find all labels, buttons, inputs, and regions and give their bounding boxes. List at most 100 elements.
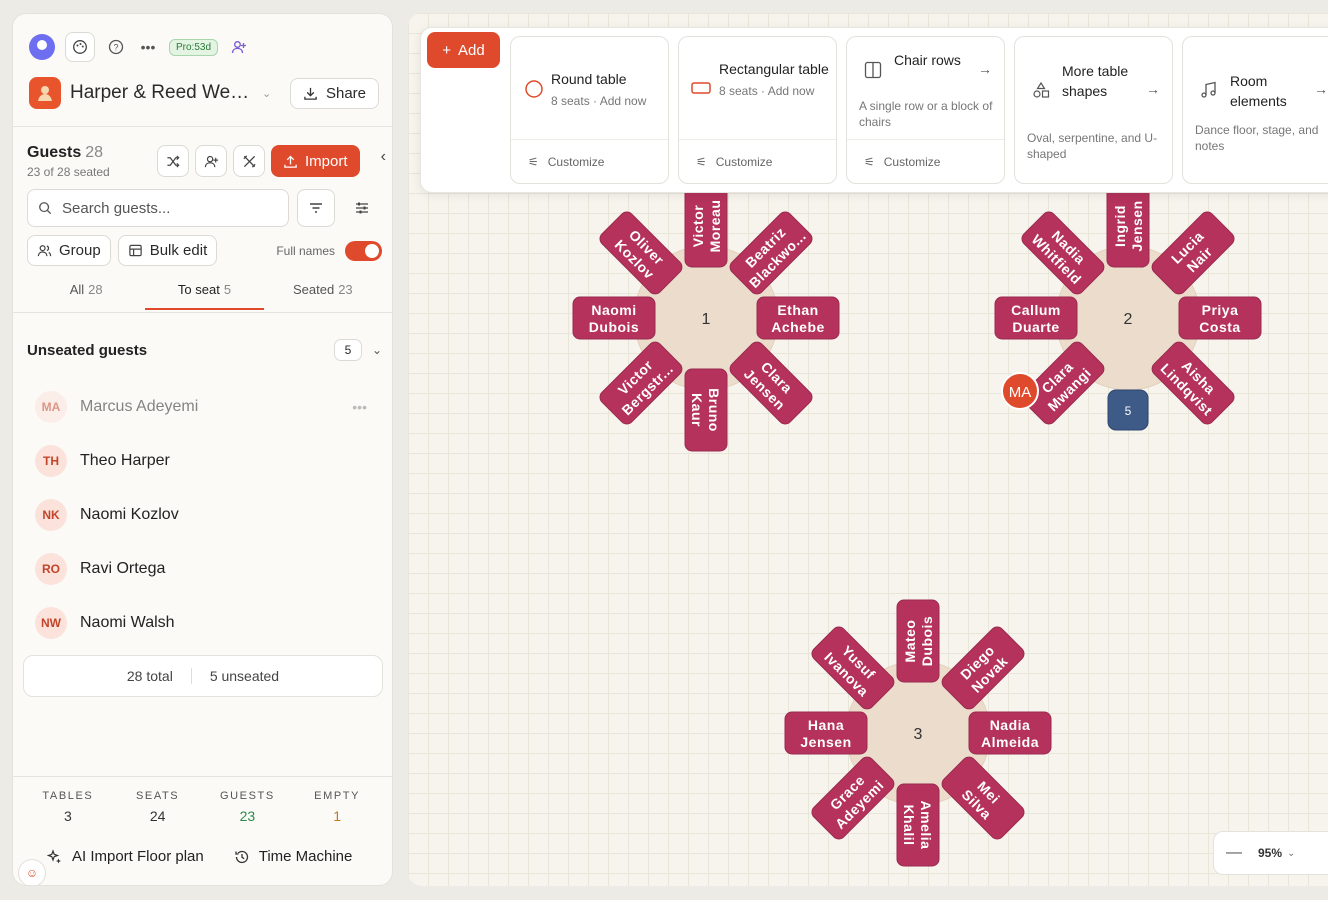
- invite-collaborator-button[interactable]: [228, 36, 250, 58]
- user-plus-icon: [231, 41, 247, 54]
- seat-card[interactable]: PriyaCosta: [1178, 296, 1262, 340]
- clear-seating-button[interactable]: [233, 145, 265, 177]
- seat-guest-name: Callum: [1011, 302, 1061, 318]
- search-input[interactable]: [62, 199, 262, 217]
- feedback-icon[interactable]: ☺: [18, 859, 46, 885]
- customize-button[interactable]: ⚟ Customize: [511, 139, 668, 183]
- sliders-icon: ⚟: [696, 154, 707, 169]
- ai-import-button[interactable]: AI Import Floor plan: [47, 848, 204, 865]
- chevron-down-icon[interactable]: ⌄: [1287, 848, 1295, 859]
- chair-rows-card[interactable]: Chair rows → A single row or a block of …: [846, 36, 1005, 184]
- seat-card[interactable]: EthanAchebe: [756, 296, 840, 340]
- list-item[interactable]: MA Marcus Adeyemi •••: [35, 380, 375, 434]
- more-menu-button[interactable]: •••: [137, 36, 159, 58]
- shuffle-button[interactable]: [157, 145, 189, 177]
- seat-guest-name: Amelia: [918, 801, 934, 850]
- tab-to-seat[interactable]: To seat 5: [145, 282, 264, 310]
- list-item[interactable]: NW Naomi Walsh: [35, 596, 375, 650]
- seat-guest-name: Priya: [1202, 302, 1239, 318]
- seat-card[interactable]: NaomiDubois: [572, 296, 656, 340]
- round-table[interactable]: 3Mateo Dubois DiegoNovakNadiaAlmeidaMeiSil…: [784, 599, 1052, 867]
- card-title: Round table: [551, 71, 627, 87]
- customize-button[interactable]: ⚟ Customize: [847, 139, 1004, 183]
- unseated-guest-list: MA Marcus Adeyemi ••• TH Theo Harper NK …: [35, 380, 375, 650]
- add-guest-button[interactable]: [195, 145, 227, 177]
- seat-card[interactable]: NadiaAlmeida: [968, 711, 1052, 755]
- list-item[interactable]: RO Ravi Ortega: [35, 542, 375, 596]
- unseated-header[interactable]: Unseated guests 5 ⌄: [27, 339, 382, 361]
- seat-guest-name: Khalil: [901, 804, 917, 845]
- seat-card[interactable]: Mateo Dubois: [896, 599, 940, 683]
- history-icon: [235, 850, 248, 863]
- seat-card[interactable]: AmeliaKhalil: [896, 783, 940, 867]
- more-shapes-card[interactable]: More table shapes → Oval, serpentine, an…: [1014, 36, 1173, 184]
- full-names-toggle[interactable]: [345, 240, 382, 261]
- seat-guest-name: Jensen: [1129, 200, 1145, 251]
- tab-all[interactable]: All 28: [27, 282, 145, 310]
- table-grid-icon: [128, 244, 142, 257]
- round-table-card[interactable]: Round table 8 seats · Add now ⚟ Customiz…: [510, 36, 669, 184]
- time-machine-button[interactable]: Time Machine: [234, 848, 352, 865]
- options-row: Group Bulk edit Full names: [27, 235, 382, 266]
- group-label: Group: [59, 242, 101, 259]
- ai-import-label: AI Import Floor plan: [72, 848, 204, 865]
- divider: [190, 668, 192, 684]
- palette-button[interactable]: [65, 32, 95, 62]
- seat-card[interactable]: BrunoKaur: [684, 368, 728, 452]
- filter-icon: [310, 203, 322, 213]
- chevron-down-icon[interactable]: ⌄: [262, 87, 271, 100]
- list-item[interactable]: TH Theo Harper: [35, 434, 375, 488]
- empty-seat[interactable]: 5: [1107, 389, 1149, 431]
- help-button[interactable]: ?: [105, 36, 127, 58]
- user-plus-icon: [204, 155, 218, 167]
- zoom-level[interactable]: 95%: [1258, 846, 1282, 860]
- seat-guest-name: Hana: [808, 717, 844, 733]
- more-dots-icon: •••: [140, 39, 156, 55]
- customize-button[interactable]: ⚟ Customize: [679, 139, 836, 183]
- round-table[interactable]: 1Victor Moreau BeatrizBlackwo...EthanAcheb…: [572, 184, 840, 452]
- arrow-right-icon: →: [1146, 81, 1160, 97]
- sliders-icon: ⚟: [864, 154, 875, 169]
- zoom-control: — 95% ⌄: [1213, 831, 1328, 875]
- seat-guest-name: Dubois: [919, 616, 935, 666]
- share-button[interactable]: Share: [289, 77, 379, 109]
- pro-badge[interactable]: Pro:53d: [169, 38, 219, 56]
- rectangular-table-card[interactable]: Rectangular table 8 seats · Add now ⚟ Cu…: [678, 36, 837, 184]
- filter-button[interactable]: [297, 189, 335, 227]
- user-avatar[interactable]: [29, 34, 55, 60]
- adjustments-button[interactable]: [343, 189, 381, 227]
- collapse-sidebar-icon[interactable]: ‹: [381, 148, 386, 166]
- palette-icon: [73, 40, 87, 54]
- tab-to-seat-label: To seat: [177, 282, 220, 297]
- more-dots-icon[interactable]: •••: [352, 399, 367, 415]
- seat-guest-name: Achebe: [771, 319, 825, 335]
- floor-plan-canvas[interactable]: 1 Victor Moreau Beatriz Blackwo... Ethan Acheb…: [408, 13, 1328, 886]
- list-item[interactable]: NK Naomi Kozlov: [35, 488, 375, 542]
- empty-seat-label: 5: [1125, 404, 1132, 418]
- room-elements-card[interactable]: Room elements → Dance floor, stage, and …: [1182, 36, 1328, 184]
- add-button[interactable]: + Add: [427, 32, 500, 68]
- event-title[interactable]: Harper & Reed Wedding: [70, 82, 250, 104]
- tab-seated[interactable]: Seated 23: [264, 282, 382, 310]
- seat-card[interactable]: CallumDuarte: [994, 296, 1078, 340]
- import-button[interactable]: Import: [271, 145, 360, 177]
- bulk-edit-button[interactable]: Bulk edit: [117, 235, 218, 266]
- guests-count: 28: [85, 144, 104, 161]
- chevron-down-icon[interactable]: ⌄: [372, 343, 382, 357]
- seat-card[interactable]: Victor Moreau: [684, 184, 728, 268]
- guest-initials: TH: [35, 445, 67, 477]
- seat-card[interactable]: HanaJensen: [784, 711, 868, 755]
- customize-label: Customize: [883, 154, 941, 169]
- seat-card[interactable]: Ingrid Jensen: [1106, 184, 1150, 268]
- event-header: Harper & Reed Wedding ⌄ Share: [29, 77, 379, 109]
- upload-icon: [284, 155, 297, 168]
- dragged-guest-avatar[interactable]: MA: [1001, 372, 1039, 410]
- card-subtitle: 8 seats · Add now: [719, 84, 815, 98]
- card-title: Room elements: [1230, 73, 1287, 109]
- table-number: 3: [914, 726, 923, 743]
- group-button[interactable]: Group: [27, 235, 111, 266]
- zoom-out-button[interactable]: —: [1214, 844, 1254, 862]
- full-names-setting: Full names: [276, 240, 382, 261]
- music-icon: [1201, 81, 1216, 98]
- arrow-right-icon: →: [1314, 81, 1328, 97]
